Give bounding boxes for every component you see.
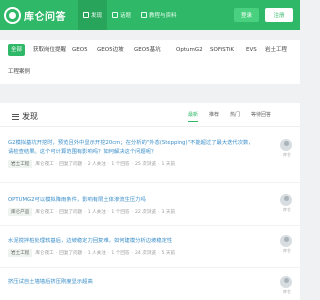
nav-item-topics[interactable]: 话题: [107, 0, 136, 30]
follow-count: 2 人关注: [87, 162, 106, 167]
list-icon: [12, 113, 19, 120]
question-title-link[interactable]: G2模拟基坑开挖时，预览且外中显示开挖20cm；在分析的"外态(Stepping…: [8, 139, 258, 157]
question-title-link[interactable]: 水泥搅拌桩处理软基后，边坡稳定力回复难，如何建模分析边坡稳定性: [8, 237, 258, 246]
question-meta: 岩土工程 库仑夜工 · 回复了问题 · 2 人关注 · 1 个回答 · 25 次…: [8, 160, 294, 168]
author-name[interactable]: 库仑夜工: [35, 250, 53, 256]
tag-geo5[interactable]: GEO5: [72, 44, 88, 56]
section-title: 发现: [12, 111, 38, 122]
logo-text: 库仑问答: [24, 11, 66, 23]
view-count: 25 次浏览: [134, 162, 157, 167]
time-ago: 5 天前: [161, 251, 176, 256]
tag-geo5-pit[interactable]: GEO5基坑: [134, 44, 161, 56]
nav-label: 发现: [91, 13, 103, 19]
divider: [0, 267, 300, 268]
avatar[interactable]: [280, 194, 292, 206]
book-icon: [141, 12, 148, 18]
tag-sofistik[interactable]: SOFiSTiK: [210, 44, 234, 56]
list-item: G2模拟基坑开挖时，预览且外中显示开挖20cm；在分析的"外态(Stepping…: [8, 139, 294, 168]
tag-geotech[interactable]: 岩土工程: [265, 44, 287, 56]
answer-count: 1 个回答: [111, 162, 130, 167]
list-item: 水泥搅拌桩处理软基后，边坡稳定力回复难，如何建模分析边坡稳定性 岩土工程 库仑夜…: [8, 235, 294, 257]
list-item: OPTUMG2可以模拟降雨条件，影响有限土体渗流生压力吗 库仑产品 库仑夜工 ·…: [8, 194, 294, 216]
sort-tabs: 最新 推荐 热门 等待回答: [188, 109, 282, 122]
nav-item-tutorials[interactable]: 教程与资料: [136, 0, 182, 30]
question-title-link[interactable]: 挤压试自土墙墙后挤压刚度显示超高: [8, 278, 258, 287]
nav-label: 教程与资料: [149, 13, 177, 19]
tab-latest[interactable]: 最新: [188, 109, 199, 122]
time-ago: 3 天前: [161, 210, 176, 215]
time-ago: 1 天前: [161, 162, 176, 167]
tab-hot[interactable]: 热门: [230, 109, 240, 122]
topic-badge[interactable]: 岩土工程: [8, 249, 33, 257]
divider: [0, 225, 300, 226]
nav-item-discover[interactable]: 发现: [78, 0, 108, 30]
tag-filter-bar: 全部 获取岗位提醒 GEO5 GEO5边坡 GEO5基坑 OptumG2 SOF…: [0, 40, 300, 84]
list-item: 挤压试自土墙墙后挤压刚度显示超高 库仑: [8, 276, 294, 294]
answer-count: 1 个回答: [111, 251, 130, 256]
avatar-name: 库仑: [283, 207, 291, 212]
divider: [0, 182, 300, 183]
view-count: 22 次浏览: [134, 210, 157, 215]
logo-icon: [4, 6, 21, 24]
follow-count: 1 人关注: [87, 251, 106, 256]
author-name[interactable]: 库仑夜工: [35, 209, 53, 215]
tag-job-alert[interactable]: 获取岗位提醒: [33, 44, 66, 56]
main-nav: 发现 话题 教程与资料: [78, 0, 182, 30]
tag-evs[interactable]: EVS: [246, 44, 257, 56]
avatar[interactable]: [280, 276, 292, 288]
tag-all[interactable]: 全部: [8, 44, 26, 56]
feed-card: 发现 最新 推荐 热门 等待回答 G2模拟基坑开挖时，预览且外中显示开挖20cm…: [0, 103, 300, 300]
tag-optumg2[interactable]: OptumG2: [176, 44, 203, 56]
topic-badge[interactable]: 岩土工程: [8, 160, 33, 168]
action-text: 回复了问题: [59, 251, 83, 256]
action-text: 回复了问题: [59, 210, 83, 215]
follow-count: 1 人关注: [87, 210, 106, 215]
action-text: 回复了问题: [59, 162, 83, 167]
divider: [0, 126, 300, 127]
topic-icon: [112, 12, 119, 18]
discover-icon: [83, 12, 89, 18]
register-button[interactable]: 注册: [265, 8, 293, 22]
question-title-link[interactable]: OPTUMG2可以模拟降雨条件，影响有限土体渗流生压力吗: [8, 196, 258, 205]
avatar[interactable]: [280, 139, 292, 151]
question-meta: 岩土工程 库仑夜工 · 回复了问题 · 1 人关注 · 1 个回答 · 24 次…: [8, 249, 294, 257]
site-logo[interactable]: 库仑问答: [4, 6, 66, 24]
tag-cases[interactable]: 工程案例: [8, 66, 30, 78]
tab-unanswered[interactable]: 等待回答: [251, 109, 271, 122]
author-name[interactable]: 库仑夜工: [35, 161, 53, 167]
view-count: 24 次浏览: [134, 251, 157, 256]
avatar-name: 库仑: [283, 289, 291, 294]
tab-recommended[interactable]: 推荐: [209, 109, 219, 122]
question-meta: 库仑产品 库仑夜工 · 回复了问题 · 1 人关注 · 1 个回答 · 22 次…: [8, 208, 294, 216]
answer-count: 1 个回答: [111, 210, 130, 215]
tag-geo5-slope[interactable]: GEO5边坡: [97, 44, 124, 56]
login-button[interactable]: 登录: [234, 8, 259, 22]
section-title-text: 发现: [22, 112, 38, 121]
avatar-name: 库仑: [283, 248, 291, 253]
avatar[interactable]: [280, 235, 292, 247]
avatar-name: 库仑: [283, 152, 291, 157]
top-header: 库仑问答 发现 话题 教程与资料 登录 注册: [0, 0, 300, 30]
topic-badge[interactable]: 库仑产品: [8, 208, 33, 216]
nav-label: 话题: [120, 13, 132, 19]
